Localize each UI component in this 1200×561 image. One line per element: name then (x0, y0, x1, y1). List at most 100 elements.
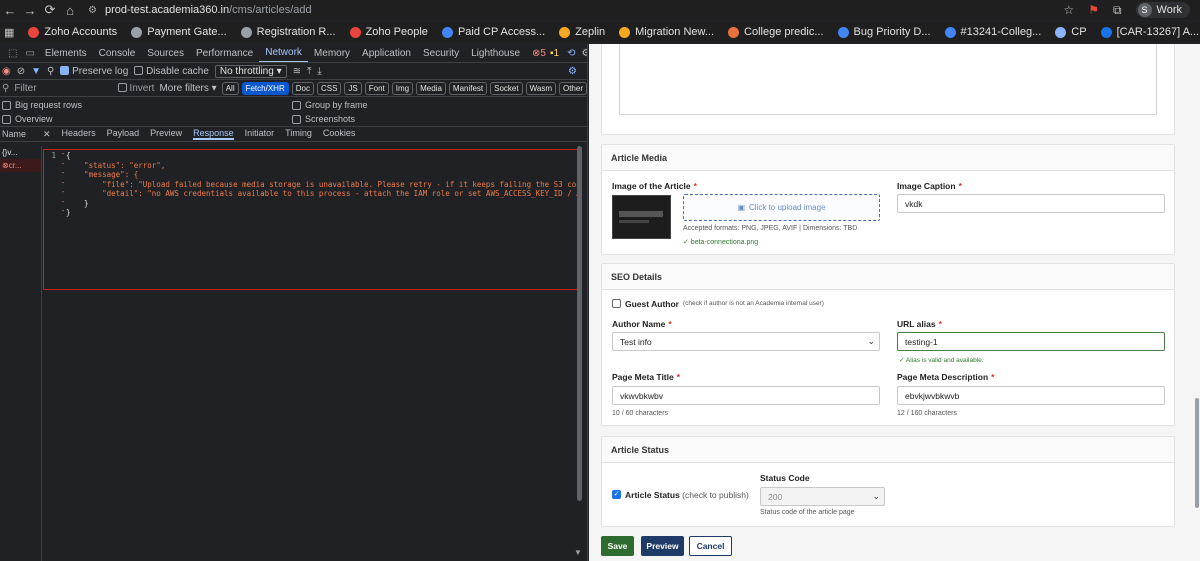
throttling-select[interactable]: No throttling ▾ (214, 64, 287, 78)
bookmark-item[interactable]: Payment Gate... (131, 26, 227, 38)
devtools-tab-elements[interactable]: Elements (39, 44, 93, 62)
filter-chip[interactable]: CSS (316, 81, 342, 95)
group-by-frame-checkbox[interactable] (292, 100, 301, 110)
warnings-count[interactable]: ▪1 (550, 48, 559, 59)
image-thumbnail[interactable] (612, 195, 671, 239)
filter-icon[interactable]: ▼ (31, 66, 41, 77)
settings-gear-icon[interactable]: ⚙ (581, 48, 587, 59)
filter-chip[interactable]: Img (391, 81, 414, 95)
url-alias-input[interactable]: testing-1 (897, 332, 1165, 351)
meta-desc-input[interactable]: ebvkjwvbkwvb (897, 386, 1165, 405)
caption-input[interactable]: vkdk (897, 194, 1165, 213)
filter-chip[interactable]: All (221, 81, 239, 95)
detail-tab-preview[interactable]: Preview (150, 128, 182, 140)
extension-icon[interactable]: ⚑ (1088, 3, 1099, 17)
network-settings-icon[interactable]: ⚙ (568, 66, 587, 77)
disable-cache-checkbox[interactable] (134, 66, 144, 76)
filter-chip[interactable]: Fetch/XHR (241, 81, 289, 95)
search-icon[interactable]: ⚲ (47, 66, 54, 77)
export-har-icon[interactable]: ⤓ (317, 66, 321, 77)
import-har-icon[interactable]: ⤒ (307, 66, 311, 77)
filter-chip[interactable]: Other (558, 81, 587, 95)
content-textarea[interactable] (619, 44, 1157, 115)
name-column-header[interactable]: Name (2, 129, 32, 139)
record-icon[interactable]: ◉ (2, 66, 11, 77)
invert-checkbox[interactable] (117, 83, 127, 93)
overview-option[interactable]: Overview (2, 114, 53, 124)
back-icon[interactable]: ← (0, 3, 20, 18)
response-viewer[interactable]: 1 ------- { "status": "error", "message"… (43, 149, 579, 290)
bookmark-item[interactable]: #13241-Colleg... (944, 26, 1041, 38)
forward-icon[interactable]: → (20, 3, 40, 18)
request-row[interactable]: {} v... (0, 146, 41, 159)
scroll-down-icon[interactable]: ▼ (574, 548, 582, 557)
request-row[interactable]: ⊗ cr... (0, 159, 41, 172)
address-bar[interactable]: ⚙ prod-test.academia360.in/cms/articles/… (88, 1, 1048, 19)
detail-tab-response[interactable]: Response (193, 128, 234, 140)
devtools-tab-security[interactable]: Security (417, 44, 465, 62)
filter-input[interactable]: Filter (14, 83, 112, 94)
apps-grid-icon[interactable]: ▦ (4, 26, 14, 39)
big-rows-option[interactable]: Big request rows (2, 100, 82, 110)
bookmark-item[interactable]: Migration New... (619, 26, 714, 38)
network-conditions-icon[interactable]: ≋ (293, 66, 301, 77)
preserve-log-checkbox[interactable] (60, 66, 70, 76)
author-name-select[interactable]: Test info ⌄ (612, 332, 880, 351)
preview-button[interactable]: Preview (641, 536, 684, 556)
screenshots-checkbox[interactable] (292, 114, 301, 124)
inspect-element-icon[interactable]: ⬚ (4, 48, 21, 59)
filter-chip[interactable]: Media (416, 81, 446, 95)
meta-title-input[interactable]: vkwvbkwbv (612, 386, 880, 405)
devtools-tab-sources[interactable]: Sources (141, 44, 190, 62)
filter-chip[interactable]: Wasm (525, 81, 556, 95)
site-info-icon[interactable]: ⚙ (88, 5, 97, 16)
cancel-button[interactable]: Cancel (689, 536, 732, 556)
devtools-tab-performance[interactable]: Performance (190, 44, 259, 62)
detail-tab-payload[interactable]: Payload (107, 128, 140, 140)
more-filters-dropdown[interactable]: More filters ▾ (159, 83, 216, 94)
bookmark-item[interactable]: Registration R... (240, 26, 336, 38)
detail-tab-headers[interactable]: Headers (62, 128, 96, 140)
detail-tab-cookies[interactable]: Cookies (323, 128, 356, 140)
devtools-tab-console[interactable]: Console (93, 44, 142, 62)
filter-chip[interactable]: JS (344, 81, 362, 95)
errors-count[interactable]: ⊗5 (532, 48, 546, 59)
overview-checkbox[interactable] (2, 114, 11, 124)
big-rows-checkbox[interactable] (2, 100, 11, 110)
bookmark-star-icon[interactable]: ☆ (1063, 3, 1074, 17)
detail-tab-timing[interactable]: Timing (285, 128, 312, 140)
save-button[interactable]: Save (601, 536, 634, 556)
sync-icon[interactable]: ⟲ (567, 48, 575, 59)
bookmark-item[interactable]: Zoho Accounts (28, 26, 117, 38)
response-scrollbar[interactable] (577, 146, 582, 501)
extensions-puzzle-icon[interactable]: ⧉ (1113, 3, 1122, 18)
close-detail-icon[interactable]: ✕ (43, 129, 51, 140)
preserve-log-toggle[interactable]: Preserve log (60, 66, 128, 77)
invert-toggle[interactable]: Invert (117, 83, 154, 94)
devtools-tab-memory[interactable]: Memory (308, 44, 356, 62)
filter-chip[interactable]: Manifest (448, 81, 488, 95)
bookmark-item[interactable]: Zeplin (559, 26, 605, 38)
home-icon[interactable]: ⌂ (60, 3, 80, 18)
screenshots-option[interactable]: Screenshots (292, 114, 355, 124)
filter-chip[interactable]: Doc (291, 81, 314, 95)
bookmark-item[interactable]: Zoho People (349, 26, 428, 38)
detail-tab-initiator[interactable]: Initiator (245, 128, 275, 140)
article-status-checkbox[interactable]: ✓ (612, 490, 621, 499)
bookmark-item[interactable]: College predic... (728, 26, 824, 38)
reload-icon[interactable]: ⟳ (40, 2, 60, 18)
filter-chip[interactable]: Font (364, 81, 389, 95)
guest-author-checkbox[interactable] (612, 299, 621, 308)
devtools-tab-network[interactable]: Network (259, 44, 308, 62)
profile-button[interactable]: S Work (1135, 2, 1190, 18)
bookmark-item[interactable]: CP (1055, 26, 1087, 38)
bookmark-item[interactable]: Paid CP Access... (441, 26, 545, 38)
device-toolbar-icon[interactable]: ▭ (21, 48, 38, 59)
group-by-frame-option[interactable]: Group by frame (292, 100, 368, 110)
status-code-select[interactable]: 200 ⌄ (760, 487, 885, 506)
bookmark-item[interactable]: [CAR-13267] A... (1100, 26, 1199, 38)
page-scrollbar[interactable] (1195, 398, 1199, 508)
disable-cache-toggle[interactable]: Disable cache (134, 66, 209, 77)
devtools-tab-lighthouse[interactable]: Lighthouse (465, 44, 526, 62)
upload-dropzone[interactable]: ▣ Click to upload image (683, 194, 880, 221)
